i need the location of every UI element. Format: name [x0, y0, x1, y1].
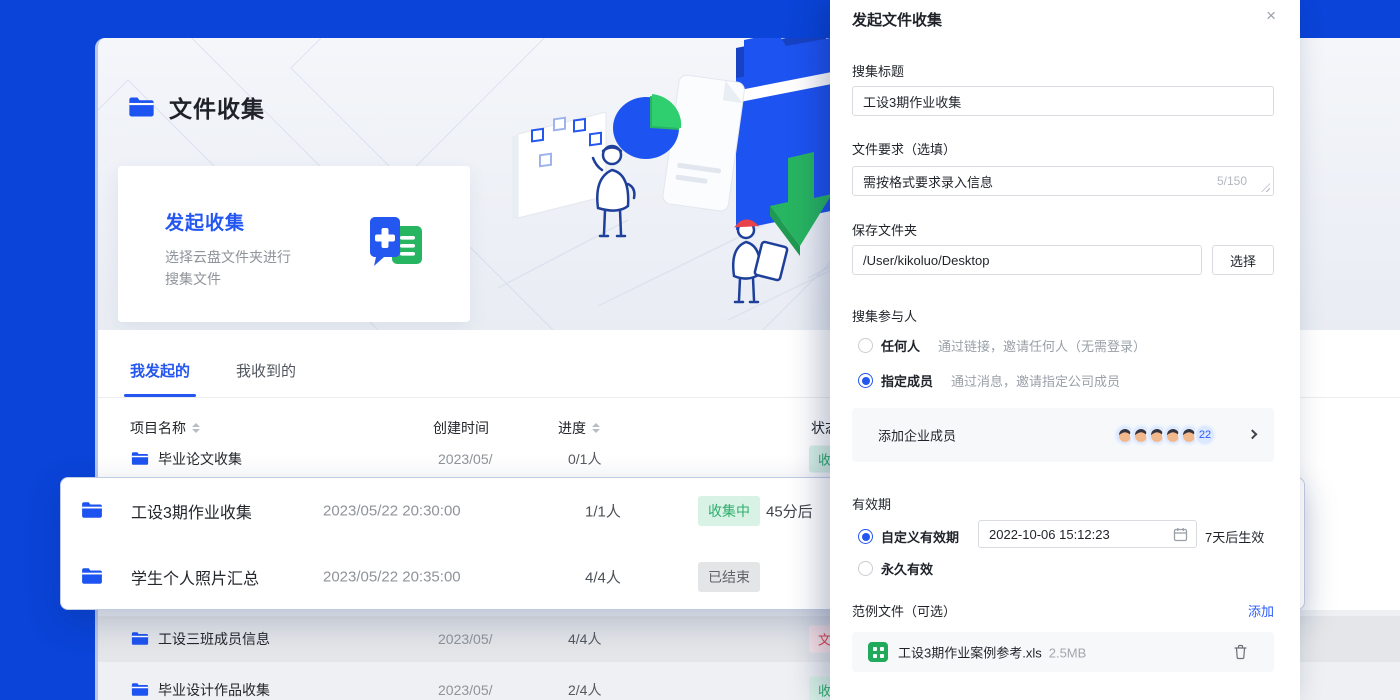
- sample-file-label: 范例文件（可选）: [852, 601, 956, 620]
- resize-handle-icon[interactable]: [1261, 183, 1270, 192]
- add-sample-file-link[interactable]: 添加: [1248, 601, 1274, 620]
- collect-title-label: 搜集标题: [852, 61, 904, 80]
- close-icon[interactable]: ×: [1266, 7, 1276, 24]
- radio-specified-members-label: 指定成员: [881, 371, 933, 390]
- progress: 2/4人: [568, 680, 601, 700]
- sample-file-name: 工设3期作业案例参考.xls2.5MB: [898, 643, 1086, 662]
- trash-icon[interactable]: [1233, 644, 1248, 660]
- chevron-right-icon: [1248, 429, 1258, 439]
- validity-date-input[interactable]: 2022-10-06 15:12:23: [978, 520, 1197, 548]
- add-members-label: 添加企业成员: [878, 426, 956, 445]
- tab-initiated[interactable]: 我发起的: [130, 360, 190, 397]
- radio-anyone[interactable]: [858, 338, 873, 353]
- radio-permanent-validity-label: 永久有效: [881, 559, 933, 578]
- created-time: 2023/05/: [438, 631, 493, 647]
- radio-specified-members-hint: 通过消息，邀请指定公司成员: [951, 371, 1120, 390]
- sample-file-row: 工设3期作业案例参考.xls2.5MB: [852, 632, 1274, 672]
- char-counter: 5/150: [1217, 174, 1247, 188]
- file-requirement-input[interactable]: 需按格式要求录入信息 5/150: [852, 166, 1274, 196]
- whiteboard-graphic: [512, 112, 606, 221]
- folder-icon: [131, 631, 149, 646]
- member-count-badge: 22: [1194, 424, 1216, 446]
- created-time: 2023/05/: [438, 682, 493, 698]
- member-avatars: 22: [1114, 424, 1216, 446]
- calendar-icon[interactable]: [1173, 527, 1188, 542]
- radio-anyone-label: 任何人: [881, 336, 920, 355]
- launch-collection-card[interactable]: 发起收集 选择云盘文件夹进行 搜集文件: [118, 166, 470, 322]
- effect-hint: 7天后生效: [1205, 527, 1264, 546]
- project-name: 工设三班成员信息: [158, 629, 270, 649]
- folder-icon: [81, 501, 103, 519]
- created-time: 2023/05/: [438, 451, 493, 467]
- person-clipboard-graphic: [733, 221, 788, 302]
- save-folder-label: 保存文件夹: [852, 220, 917, 239]
- launch-card-title: 发起收集: [165, 208, 245, 235]
- progress: 4/4人: [585, 567, 621, 588]
- launch-card-subtitle: 选择云盘文件夹进行 搜集文件: [165, 246, 291, 290]
- tab-received[interactable]: 我收到的: [236, 360, 296, 397]
- project-name: 毕业论文收集: [158, 449, 242, 469]
- project-name: 学生个人照片汇总: [131, 565, 259, 589]
- status-badge: 已结束: [698, 562, 760, 592]
- column-progress: 进度: [558, 418, 586, 438]
- collect-files-icon: [364, 214, 428, 272]
- page-title: 文件收集: [169, 90, 265, 124]
- progress: 4/4人: [568, 629, 601, 649]
- choose-folder-button[interactable]: 选择: [1212, 245, 1274, 275]
- add-members-row[interactable]: 添加企业成员 22: [852, 408, 1274, 462]
- create-collection-panel: 发起文件收集 × 搜集标题 工设3期作业收集 文件要求（选填） 需按格式要求录入…: [830, 0, 1300, 700]
- sort-icon[interactable]: [592, 423, 600, 433]
- radio-custom-validity[interactable]: [858, 529, 873, 544]
- collect-title-input[interactable]: 工设3期作业收集: [852, 86, 1274, 116]
- radio-permanent-validity[interactable]: [858, 561, 873, 576]
- tabs: 我发起的 我收到的: [130, 360, 296, 397]
- project-name: 工设3期作业收集: [131, 499, 252, 523]
- created-time: 2023/05/22 20:30:00: [323, 503, 461, 520]
- column-created-time: 创建时间: [433, 418, 489, 438]
- folder-icon: [128, 96, 155, 118]
- save-folder-input[interactable]: /User/kikoluo/Desktop: [852, 245, 1202, 275]
- progress: 1/1人: [585, 501, 621, 522]
- deadline-hint: 45分后: [766, 501, 813, 522]
- radio-specified-members[interactable]: [858, 373, 873, 388]
- radio-anyone-hint: 通过链接，邀请任何人（无需登录）: [938, 336, 1146, 355]
- created-time: 2023/05/22 20:35:00: [323, 569, 461, 586]
- radio-custom-validity-label: 自定义有效期: [881, 527, 959, 546]
- panel-title: 发起文件收集: [852, 9, 942, 30]
- column-project-name: 项目名称: [130, 418, 186, 438]
- xls-file-icon: [868, 642, 888, 662]
- folder-icon: [131, 451, 149, 466]
- validity-label: 有效期: [852, 494, 891, 513]
- project-name: 毕业设计作品收集: [158, 680, 270, 700]
- file-requirement-label: 文件要求（选填）: [852, 139, 956, 158]
- folder-icon: [131, 682, 149, 697]
- progress: 0/1人: [568, 449, 601, 469]
- folder-icon: [81, 567, 103, 585]
- sample-file-size: 2.5MB: [1049, 646, 1087, 661]
- participants-label: 搜集参与人: [852, 306, 917, 325]
- sort-icon[interactable]: [192, 423, 200, 433]
- status-badge: 收集中: [698, 496, 760, 526]
